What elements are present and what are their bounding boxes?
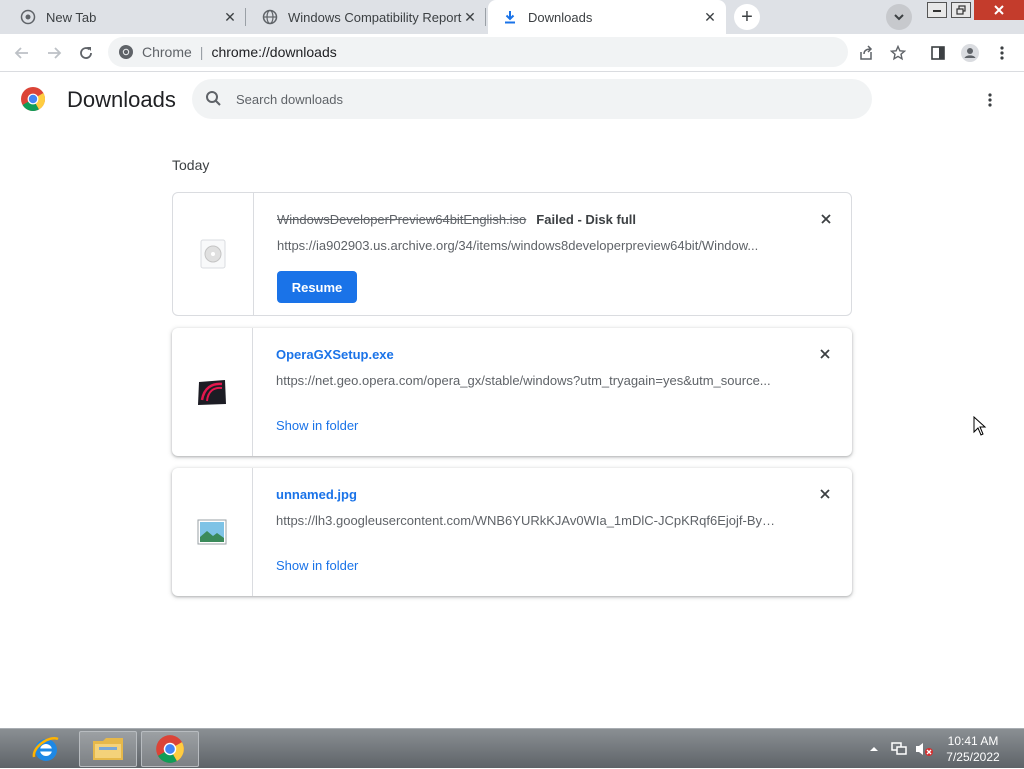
share-icon <box>860 45 873 60</box>
taskbar-chrome-button[interactable] <box>141 731 199 767</box>
kebab-menu-icon <box>988 93 992 107</box>
close-icon <box>820 489 830 499</box>
arrow-right-icon <box>48 47 62 59</box>
address-bar[interactable]: Chrome | chrome://downloads <box>108 37 848 67</box>
volume-muted-icon <box>916 743 933 756</box>
chevron-up-icon <box>870 747 878 751</box>
tab-title: Downloads <box>528 9 593 25</box>
address-url: chrome://downloads <box>211 44 337 60</box>
volume-tray-button[interactable] <box>912 729 936 769</box>
source-url[interactable]: https://lh3.googleusercontent.com/WNB6YU… <box>276 513 776 528</box>
address-separator: | <box>199 44 204 60</box>
kebab-menu-icon <box>1000 46 1004 60</box>
restore-button[interactable] <box>950 0 972 20</box>
back-button[interactable] <box>8 39 36 67</box>
opera-gx-icon <box>198 380 226 405</box>
remove-from-list-button[interactable] <box>816 209 836 229</box>
folder-icon <box>93 738 123 760</box>
downloads-menu-button[interactable] <box>978 88 1002 112</box>
restore-icon <box>956 5 966 15</box>
source-url[interactable]: https://net.geo.opera.com/opera_gx/stabl… <box>276 373 776 388</box>
close-icon <box>994 5 1004 15</box>
file-name[interactable]: unnamed.jpg <box>276 487 357 502</box>
search-downloads[interactable] <box>192 79 872 119</box>
network-icon <box>891 742 907 755</box>
taskbar-explorer-button[interactable] <box>79 731 137 767</box>
browser-toolbar: Chrome | chrome://downloads <box>0 34 1024 72</box>
file-name[interactable]: OperaGXSetup.exe <box>276 347 394 362</box>
download-item: OperaGXSetup.exe https://net.geo.opera.c… <box>172 328 852 456</box>
chrome-icon <box>119 45 133 59</box>
chrome-icon <box>156 735 184 763</box>
new-tab-button[interactable]: + <box>734 4 760 30</box>
close-icon <box>820 349 830 359</box>
remove-from-list-button[interactable] <box>815 344 835 364</box>
clock-time: 10:41 AM <box>947 734 999 748</box>
chrome-logo-icon <box>21 87 46 112</box>
internet-explorer-icon <box>32 736 59 761</box>
image-file-icon <box>197 519 227 545</box>
mouse-cursor-icon <box>973 416 987 436</box>
search-icon <box>206 91 221 106</box>
tab-search-button[interactable] <box>886 4 912 30</box>
side-panel-icon <box>931 46 945 60</box>
profile-button[interactable] <box>956 39 984 67</box>
resume-button[interactable]: Resume <box>277 271 357 303</box>
close-icon[interactable]: ✕ <box>462 9 478 25</box>
taskbar-ie-button[interactable] <box>26 731 66 767</box>
star-icon <box>890 45 906 61</box>
close-icon[interactable]: ✕ <box>222 9 238 25</box>
minimize-icon <box>933 10 941 12</box>
network-tray-button[interactable] <box>888 729 910 769</box>
close-icon[interactable]: ✕ <box>702 9 718 25</box>
browser-menu-button[interactable] <box>988 39 1016 67</box>
page-title: Downloads <box>67 87 176 112</box>
tab-strip: New Tab ✕ Windows Compatibility Report.h… <box>0 0 1024 34</box>
search-input[interactable] <box>236 91 836 107</box>
avatar-icon <box>961 44 979 62</box>
source-url[interactable]: https://ia902903.us.archive.org/34/items… <box>277 238 777 253</box>
side-panel-button[interactable] <box>924 39 952 67</box>
show-hidden-icons-button[interactable] <box>866 729 882 769</box>
remove-from-list-button[interactable] <box>815 484 835 504</box>
file-name[interactable]: WindowsDeveloperPreview64bitEnglish.iso <box>277 212 526 227</box>
bookmark-button[interactable] <box>884 39 912 67</box>
download-item: unnamed.jpg https://lh3.googleuserconten… <box>172 468 852 596</box>
disc-file-icon <box>200 239 226 269</box>
tab-new-tab[interactable]: New Tab ✕ <box>6 0 246 34</box>
taskbar-clock[interactable]: 10:41 AM 7/25/2022 <box>940 733 1006 765</box>
tab-compatibility-report[interactable]: Windows Compatibility Report.ht ✕ <box>248 0 486 34</box>
arrow-left-icon <box>14 47 28 59</box>
reload-icon <box>80 47 92 59</box>
tab-title: Windows Compatibility Report.ht <box>288 9 462 25</box>
download-status: Failed - Disk full <box>536 212 636 227</box>
close-icon <box>821 214 831 224</box>
minimize-button[interactable] <box>926 0 948 20</box>
globe-icon <box>262 9 278 25</box>
tab-downloads[interactable]: Downloads ✕ <box>488 0 726 34</box>
chevron-down-icon <box>894 14 904 21</box>
tab-title: New Tab <box>46 9 97 25</box>
show-in-folder-link[interactable]: Show in folder <box>276 558 358 573</box>
download-item: WindowsDeveloperPreview64bitEnglish.iso F… <box>172 192 852 316</box>
show-in-folder-link[interactable]: Show in folder <box>276 418 358 433</box>
taskbar: 10:41 AM 7/25/2022 <box>0 728 1024 768</box>
date-section-label: Today <box>172 157 210 173</box>
download-icon <box>505 11 515 24</box>
globe-icon <box>20 9 36 25</box>
share-button[interactable] <box>852 39 880 67</box>
forward-button[interactable] <box>40 39 68 67</box>
downloads-header: Downloads <box>0 72 1024 128</box>
clock-date: 7/25/2022 <box>946 750 1000 764</box>
address-origin: Chrome <box>142 44 192 60</box>
window-close-button[interactable] <box>974 0 1024 20</box>
reload-button[interactable] <box>72 39 100 67</box>
